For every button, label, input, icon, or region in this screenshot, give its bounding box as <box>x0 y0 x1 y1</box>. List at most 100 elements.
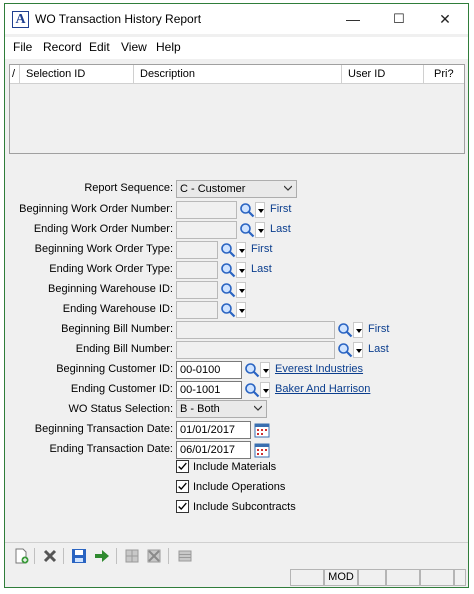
search-icon[interactable] <box>337 342 353 358</box>
menu-view[interactable]: View <box>121 40 147 54</box>
end-customer-dropdown[interactable] <box>260 382 270 398</box>
end-bill-input[interactable] <box>176 341 335 359</box>
status-cell <box>386 569 420 586</box>
end-wo-number-last: Last <box>270 223 291 235</box>
minimize-button[interactable]: — <box>330 4 376 34</box>
calendar-icon[interactable] <box>254 422 270 438</box>
search-icon[interactable] <box>220 262 236 278</box>
delete-icon[interactable] <box>42 548 58 564</box>
grid-select-icon[interactable] <box>124 548 140 564</box>
new-record-icon[interactable] <box>13 548 29 564</box>
beg-wo-type-dropdown[interactable] <box>236 242 246 258</box>
beg-wo-number-dropdown[interactable] <box>255 202 265 218</box>
include-operations-checkbox[interactable] <box>176 480 189 493</box>
search-icon[interactable] <box>220 282 236 298</box>
end-wo-type-dropdown[interactable] <box>236 262 246 278</box>
checkmark-icon <box>178 462 187 471</box>
end-wo-type-input[interactable] <box>176 261 218 279</box>
checkmark-icon <box>178 502 187 511</box>
beg-bill-label: Beginning Bill Number: <box>61 323 173 335</box>
search-icon[interactable] <box>239 202 255 218</box>
column-user-id[interactable]: User ID <box>342 65 424 84</box>
chevron-down-icon <box>254 405 262 411</box>
toolbar-separator <box>116 548 117 564</box>
column-selection-id[interactable]: Selection ID <box>20 65 134 84</box>
report-sequence-label: Report Sequence: <box>84 182 173 194</box>
end-wo-number-input[interactable] <box>176 221 237 239</box>
toolbar-separator <box>63 548 64 564</box>
menu-record[interactable]: Record <box>43 40 82 54</box>
beg-customer-input[interactable]: 00-0100 <box>176 361 242 379</box>
beg-bill-input[interactable] <box>176 321 335 339</box>
end-bill-dropdown[interactable] <box>353 342 363 358</box>
search-icon[interactable] <box>220 302 236 318</box>
end-customer-name-link[interactable]: Baker And Harrison <box>275 383 370 395</box>
end-date-label: Ending Transaction Date: <box>49 443 173 455</box>
lines-icon[interactable] <box>177 548 193 564</box>
title-bar: A WO Transaction History Report — ☐ ✕ <box>5 4 468 34</box>
search-icon[interactable] <box>220 242 236 258</box>
wo-status-value: B - Both <box>180 403 220 415</box>
beg-customer-label: Beginning Customer ID: <box>56 363 173 375</box>
toolbar <box>5 542 468 568</box>
report-window: A WO Transaction History Report — ☐ ✕ Fi… <box>4 3 469 588</box>
calendar-icon[interactable] <box>254 442 270 458</box>
include-subcontracts-checkbox[interactable] <box>176 500 189 513</box>
end-warehouse-dropdown[interactable] <box>236 302 246 318</box>
end-wo-type-last: Last <box>251 263 272 275</box>
end-customer-input[interactable]: 00-1001 <box>176 381 242 399</box>
beg-date-label: Beginning Transaction Date: <box>34 423 173 435</box>
end-customer-label: Ending Customer ID: <box>70 383 173 395</box>
menu-bar: File Record Edit View Help <box>5 37 468 59</box>
beg-date-input[interactable]: 01/01/2017 <box>176 421 251 439</box>
column-description[interactable]: Description <box>134 65 342 84</box>
menu-edit[interactable]: Edit <box>89 40 110 54</box>
status-cell <box>420 569 454 586</box>
include-subcontracts-label: Include Subcontracts <box>193 501 296 513</box>
status-cell <box>290 569 324 586</box>
search-icon[interactable] <box>337 322 353 338</box>
beg-customer-name-link[interactable]: Everest Industries <box>275 363 363 375</box>
beg-bill-first: First <box>368 323 390 335</box>
search-icon[interactable] <box>244 362 260 378</box>
end-bill-last: Last <box>368 343 389 355</box>
include-materials-checkbox[interactable] <box>176 460 189 473</box>
end-warehouse-input[interactable] <box>176 301 218 319</box>
status-bar: MOD <box>5 568 468 587</box>
menu-file[interactable]: File <box>13 40 32 54</box>
proceed-arrow-icon[interactable] <box>94 548 110 564</box>
end-bill-label: Ending Bill Number: <box>75 343 173 355</box>
column-priority[interactable]: Pri? <box>424 65 465 84</box>
end-date-input[interactable]: 06/01/2017 <box>176 441 251 459</box>
wo-status-select[interactable]: B - Both <box>176 400 267 418</box>
report-sequence-select[interactable]: C - Customer <box>176 180 297 198</box>
end-wo-number-dropdown[interactable] <box>255 222 265 238</box>
include-materials-label: Include Materials <box>193 461 277 473</box>
search-icon[interactable] <box>239 222 255 238</box>
beg-bill-dropdown[interactable] <box>353 322 363 338</box>
status-cell <box>454 569 466 586</box>
wo-status-label: WO Status Selection: <box>68 403 173 415</box>
beg-warehouse-input[interactable] <box>176 281 218 299</box>
status-mode: MOD <box>324 569 358 586</box>
beg-wo-number-label: Beginning Work Order Number: <box>19 203 173 215</box>
chevron-down-icon <box>284 185 292 191</box>
beg-wo-number-first: First <box>270 203 292 215</box>
beg-wo-number-input[interactable] <box>176 201 237 219</box>
beg-warehouse-dropdown[interactable] <box>236 282 246 298</box>
maximize-button[interactable]: ☐ <box>376 4 422 34</box>
app-logo-icon: A <box>12 11 29 28</box>
beg-customer-dropdown[interactable] <box>260 362 270 378</box>
end-wo-type-label: Ending Work Order Type: <box>49 263 173 275</box>
save-icon[interactable] <box>71 548 87 564</box>
close-button[interactable]: ✕ <box>422 4 468 34</box>
menu-help[interactable]: Help <box>156 40 181 54</box>
beg-wo-type-input[interactable] <box>176 241 218 259</box>
search-icon[interactable] <box>244 382 260 398</box>
status-cell <box>358 569 386 586</box>
grid-marker-column: / <box>10 65 20 84</box>
grid-delete-icon[interactable] <box>146 548 162 564</box>
selection-grid[interactable]: / Selection ID Description User ID Pri? <box>9 64 465 154</box>
report-sequence-value: C - Customer <box>180 183 246 195</box>
beg-wo-type-label: Beginning Work Order Type: <box>34 243 173 255</box>
